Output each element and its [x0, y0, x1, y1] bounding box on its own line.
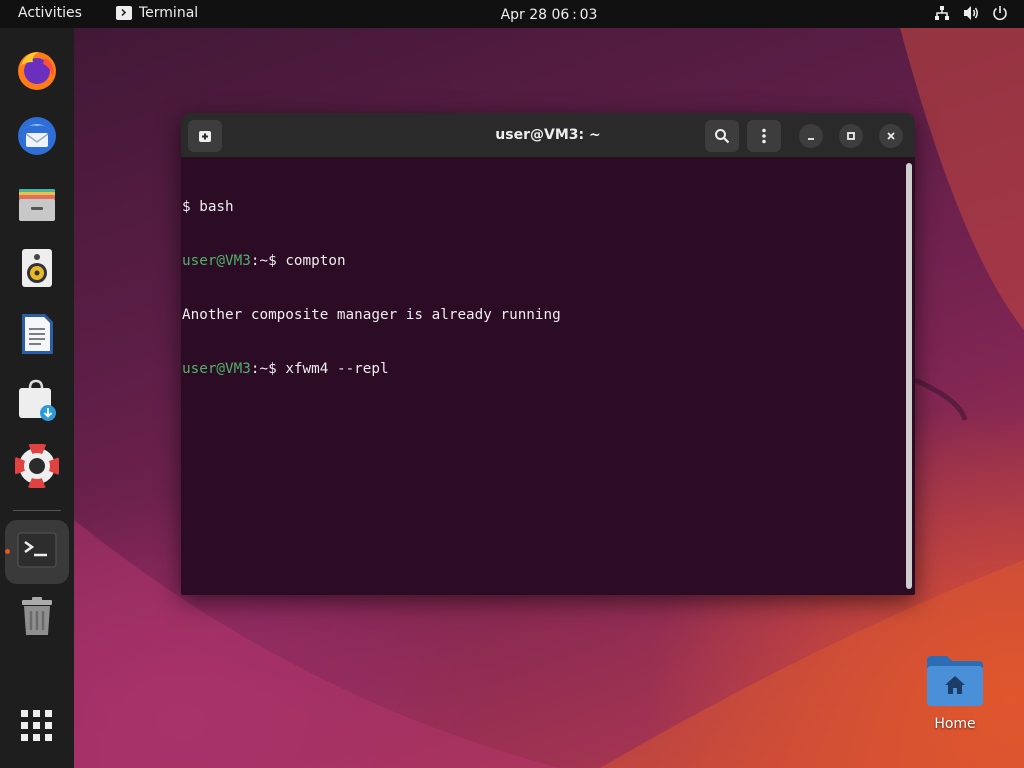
maximize-button[interactable]	[839, 124, 863, 148]
dock-item-terminal[interactable]	[5, 520, 69, 584]
menu-button[interactable]	[747, 120, 781, 152]
search-button[interactable]	[705, 120, 739, 152]
rhythmbox-icon	[15, 246, 59, 294]
dock-item-trash[interactable]	[5, 586, 69, 650]
firefox-icon	[15, 48, 59, 96]
minimize-button[interactable]	[799, 124, 823, 148]
command-text: compton	[285, 253, 346, 269]
prompt-path: :~$	[250, 361, 286, 377]
prompt-user-host: user@VM3	[182, 361, 251, 377]
volume-icon[interactable]	[962, 5, 980, 21]
prompt-user-host: user@VM3	[182, 253, 251, 269]
files-icon	[15, 180, 59, 228]
running-indicator	[5, 549, 10, 554]
output-text: $ bash	[182, 199, 234, 215]
dock-item-app-center[interactable]	[5, 370, 69, 434]
terminal-icon	[15, 528, 59, 576]
writer-icon	[15, 312, 59, 360]
kebab-menu-icon	[762, 128, 766, 144]
home-folder-icon	[925, 656, 985, 712]
output-text: Another composite manager is already run…	[182, 307, 561, 323]
terminal-window[interactable]: user@VM3: ~ $ bash user@VM3:~$ compton A…	[181, 113, 915, 595]
trash-icon	[15, 594, 59, 642]
dock-item-help[interactable]	[5, 436, 69, 500]
help-icon	[13, 443, 60, 492]
dock-item-files[interactable]	[5, 172, 69, 236]
thunderbird-icon	[15, 114, 59, 162]
dock-item-show-apps[interactable]	[5, 696, 69, 760]
terminal-output[interactable]: $ bash user@VM3:~$ compton Another compo…	[181, 159, 915, 595]
terminal-line: user@VM3:~$ xfwm4 --repl	[182, 360, 915, 378]
dock-separator	[13, 510, 61, 511]
command-text: xfwm4 --repl	[285, 361, 389, 377]
terminal-headerbar[interactable]: user@VM3: ~	[181, 113, 915, 158]
app-center-icon	[15, 378, 59, 426]
desktop-icon-home[interactable]: Home	[924, 654, 986, 732]
terminal-line: $ bash	[182, 198, 915, 216]
terminal-line: user@VM3:~$ compton	[182, 252, 915, 270]
dock-item-rhythmbox[interactable]	[5, 238, 69, 302]
close-icon	[887, 132, 895, 140]
scrollbar[interactable]	[906, 163, 912, 589]
minimize-icon	[808, 138, 814, 140]
power-icon[interactable]	[992, 5, 1008, 21]
maximize-icon	[847, 132, 855, 140]
network-icon[interactable]	[934, 5, 950, 21]
clock[interactable]: Apr 28 06 : 03	[0, 7, 1024, 23]
grid-icon	[20, 709, 54, 747]
close-button[interactable]	[879, 124, 903, 148]
dock-item-firefox[interactable]	[5, 40, 69, 104]
dock	[0, 28, 74, 768]
terminal-line: Another composite manager is already run…	[182, 306, 915, 324]
system-tray[interactable]	[934, 5, 1008, 21]
search-icon	[715, 129, 730, 144]
dock-item-writer[interactable]	[5, 304, 69, 368]
dock-item-thunderbird[interactable]	[5, 106, 69, 170]
prompt-path: :~$	[250, 253, 286, 269]
top-bar: Activities Terminal Apr 28 06 : 03	[0, 0, 1024, 28]
desktop-icon-label: Home	[934, 716, 976, 732]
